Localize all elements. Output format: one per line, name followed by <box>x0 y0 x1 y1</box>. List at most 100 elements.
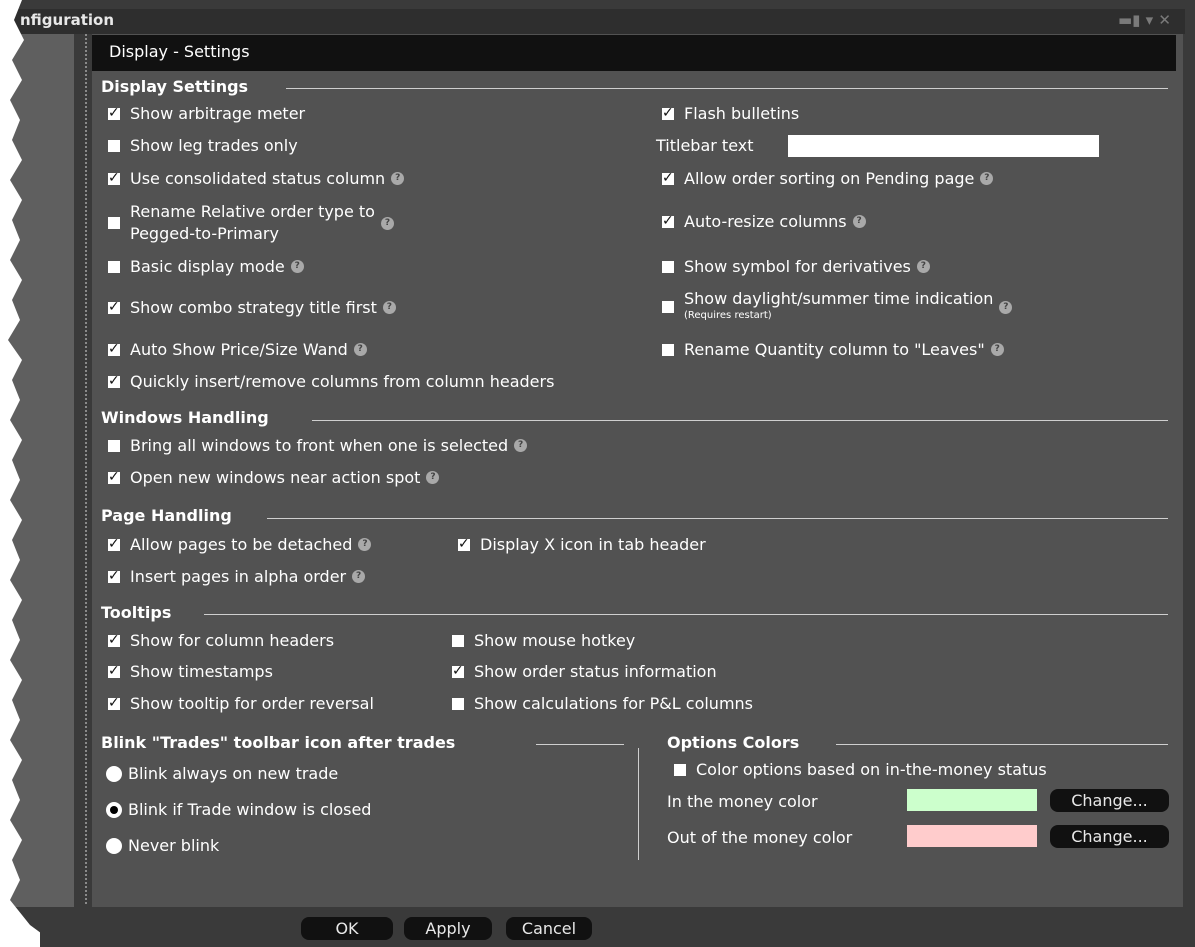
checkbox-box[interactable] <box>108 139 120 152</box>
checkbox-box[interactable] <box>452 697 464 710</box>
menu-icon[interactable]: ▾ <box>1146 11 1154 29</box>
otm-change-button[interactable]: Change... <box>1050 825 1169 848</box>
radio-circle[interactable] <box>106 837 122 854</box>
blink-heading: Blink "Trades" toolbar icon after trades <box>101 733 456 752</box>
help-icon[interactable]: ? <box>999 300 1013 314</box>
checkbox-box[interactable] <box>108 371 120 391</box>
checkbox-box[interactable] <box>452 634 464 647</box>
checkbox-auto-show-price-size-wand[interactable]: Auto Show Price/Size Wand? <box>108 339 367 359</box>
splitter[interactable] <box>85 34 87 904</box>
display-settings-rule <box>286 88 1168 89</box>
checkbox-show-mouse-hotkey[interactable]: Show mouse hotkey <box>452 631 635 650</box>
display-settings-heading: Display Settings <box>101 77 249 96</box>
checkbox-quickly-insert-remove-columns[interactable]: Quickly insert/remove columns from colum… <box>108 371 554 391</box>
window-titlebar[interactable]: nfiguration ▬▮ ▾ ✕ <box>0 9 1185 34</box>
help-icon[interactable]: ? <box>514 439 528 452</box>
radio-blink-if-closed[interactable]: Blink if Trade window is closed <box>106 800 371 819</box>
itm-color-swatch <box>907 789 1037 811</box>
help-icon[interactable]: ? <box>290 260 304 273</box>
otm-color-label: Out of the money color <box>667 828 853 847</box>
checkbox-box[interactable] <box>662 168 674 188</box>
page-handling-rule <box>267 518 1168 519</box>
checkbox-show-timestamps[interactable]: Show timestamps <box>108 661 273 681</box>
checkbox-open-new-windows-near-action[interactable]: Open new windows near action spot? <box>108 467 440 487</box>
checkbox-allow-order-sorting-pending[interactable]: Allow order sorting on Pending page? <box>662 168 994 188</box>
checkbox-box[interactable] <box>108 630 120 650</box>
help-icon[interactable]: ? <box>358 538 372 551</box>
checkbox-box[interactable] <box>662 103 674 123</box>
checkbox-box[interactable] <box>108 467 120 487</box>
checkbox-bring-all-windows-front[interactable]: Bring all windows to front when one is s… <box>108 436 528 455</box>
checkbox-rename-relative-order-type[interactable]: Rename Relative order type to Pegged-to-… <box>108 201 394 245</box>
pin-icon[interactable]: ▬▮ <box>1118 11 1140 29</box>
checkbox-rename-quantity-column-leaves[interactable]: Rename Quantity column to "Leaves"? <box>662 340 1004 359</box>
page-handling-heading: Page Handling <box>101 506 232 525</box>
checkbox-box[interactable] <box>452 661 464 681</box>
checkbox-box[interactable] <box>662 211 674 231</box>
options-colors-rule <box>836 744 1168 745</box>
checkbox-show-arbitrage-meter[interactable]: Show arbitrage meter <box>108 103 305 123</box>
checkbox-show-for-column-headers[interactable]: Show for column headers <box>108 630 334 650</box>
tooltips-heading: Tooltips <box>101 603 172 622</box>
checkbox-show-symbol-for-derivatives[interactable]: Show symbol for derivatives? <box>662 257 930 276</box>
checkbox-box[interactable] <box>662 343 674 356</box>
checkbox-show-tooltip-order-reversal[interactable]: Show tooltip for order reversal <box>108 693 374 713</box>
checkbox-show-combo-strategy-title-first[interactable]: Show combo strategy title first? <box>108 297 396 317</box>
itm-color-label: In the money color <box>667 792 818 811</box>
radio-circle[interactable] <box>106 765 122 782</box>
itm-change-button[interactable]: Change... <box>1050 789 1169 812</box>
cancel-button[interactable]: Cancel <box>506 917 592 940</box>
checkbox-box[interactable] <box>108 168 120 188</box>
close-icon[interactable]: ✕ <box>1158 11 1171 29</box>
checkbox-basic-display-mode[interactable]: Basic display mode? <box>108 257 304 276</box>
checkbox-auto-resize-columns[interactable]: Auto-resize columns? <box>662 211 866 231</box>
checkbox-box[interactable] <box>108 217 120 229</box>
checkbox-label: Rename Relative order type to Pegged-to-… <box>130 202 375 243</box>
checkbox-box[interactable] <box>108 693 120 713</box>
checkbox-label: Show daylight/summer time indication (Re… <box>684 289 994 321</box>
help-icon[interactable]: ? <box>990 343 1004 356</box>
help-icon[interactable]: ? <box>380 216 394 230</box>
checkbox-show-calculations-pl-columns[interactable]: Show calculations for P&L columns <box>452 694 753 713</box>
checkbox-box[interactable] <box>108 439 120 452</box>
options-colors-heading: Options Colors <box>667 733 800 752</box>
checkbox-show-daylight-summer-time[interactable]: Show daylight/summer time indication (Re… <box>662 289 1013 324</box>
help-icon[interactable]: ? <box>352 570 366 583</box>
help-icon[interactable]: ? <box>852 215 866 228</box>
checkbox-box[interactable] <box>662 260 674 273</box>
titlebar-text-input[interactable] <box>788 135 1099 157</box>
checkbox-box[interactable] <box>108 297 120 317</box>
panel-header: Display - Settings <box>92 35 1176 71</box>
help-icon[interactable]: ? <box>353 343 367 356</box>
checkbox-use-consolidated-status-column[interactable]: Use consolidated status column? <box>108 168 405 188</box>
checkbox-box[interactable] <box>108 534 120 554</box>
checkbox-box[interactable] <box>108 103 120 123</box>
help-icon[interactable]: ? <box>382 301 396 314</box>
checkbox-box[interactable] <box>674 763 686 776</box>
vertical-divider <box>638 748 639 860</box>
checkbox-show-order-status-information[interactable]: Show order status information <box>452 661 717 681</box>
checkbox-box[interactable] <box>108 260 120 273</box>
checkbox-flash-bulletins[interactable]: Flash bulletins <box>662 103 799 123</box>
checkbox-color-options-itm[interactable]: Color options based on in-the-money stat… <box>674 760 1047 779</box>
checkbox-show-leg-trades-only[interactable]: Show leg trades only <box>108 136 298 155</box>
checkbox-box[interactable] <box>108 661 120 681</box>
checkbox-box[interactable] <box>458 534 470 554</box>
help-icon[interactable]: ? <box>426 471 440 484</box>
checkbox-box[interactable] <box>108 566 120 586</box>
checkbox-allow-pages-detached[interactable]: Allow pages to be detached? <box>108 534 372 554</box>
ok-button[interactable]: OK <box>301 917 393 940</box>
help-icon[interactable]: ? <box>980 172 994 185</box>
help-icon[interactable]: ? <box>391 172 405 185</box>
torn-edge <box>0 0 40 947</box>
radio-never-blink[interactable]: Never blink <box>106 836 219 855</box>
radio-blink-always[interactable]: Blink always on new trade <box>106 764 338 783</box>
radio-circle[interactable] <box>106 801 122 818</box>
configuration-window: nfiguration ▬▮ ▾ ✕ Display - Settings Di… <box>0 0 1195 947</box>
help-icon[interactable]: ? <box>916 260 930 273</box>
checkbox-insert-pages-alpha-order[interactable]: Insert pages in alpha order? <box>108 566 366 586</box>
checkbox-display-x-icon-tab-header[interactable]: Display X icon in tab header <box>458 534 706 554</box>
checkbox-box[interactable] <box>108 339 120 359</box>
apply-button[interactable]: Apply <box>404 917 492 940</box>
checkbox-box[interactable] <box>662 301 674 313</box>
